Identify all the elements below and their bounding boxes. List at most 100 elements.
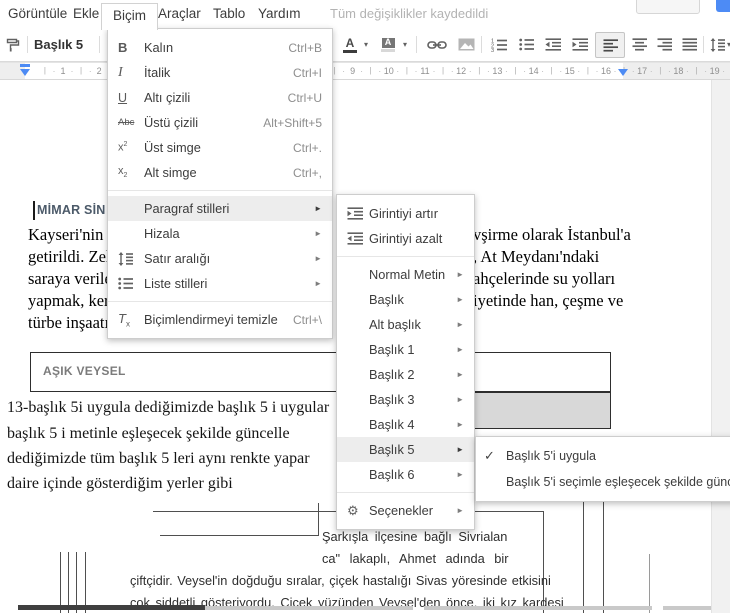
menu-item-alt-simge[interactable]: x2 Alt simge Ctrl+,	[108, 160, 332, 185]
menu-item-baslik-1[interactable]: Başlık 1 ►	[337, 337, 474, 362]
menu-item-baslik5-guncelle[interactable]: Başlık 5'i seçimle eşleşecek şekilde gün…	[476, 469, 730, 495]
doc-paragraph-line[interactable]: , At Meydanı'ndaki	[473, 246, 599, 268]
line-spacing-icon	[118, 251, 144, 266]
doc-paragraph-line[interactable]: saraya verile	[28, 268, 112, 290]
menu-item-baslik[interactable]: Başlık ►	[337, 287, 474, 312]
ruler-dot: ·	[685, 66, 689, 76]
google-docs-window: MİMAR SİN Kayseri'nin getirildi. Zel sar…	[0, 0, 730, 613]
menu-item-baslik-2[interactable]: Başlık 2 ►	[337, 362, 474, 387]
left-indent-marker[interactable]	[20, 69, 30, 76]
submenu-arrow-icon: ►	[456, 395, 464, 404]
toolbar-divider	[416, 36, 417, 53]
doc-paragraph-line[interactable]: Şarkışla ilçesine bağlı Sivrialan	[322, 529, 507, 544]
menu-item-normal-metin[interactable]: Normal Metin ►	[337, 262, 474, 287]
menu-item-liste-stilleri[interactable]: Liste stilleri ►	[108, 271, 332, 296]
doc-paragraph-line[interactable]: daire içinde gösterdiğim yerler gibi	[7, 474, 233, 494]
ruler-number: 14	[528, 66, 539, 76]
doc-paragraph-line[interactable]: ahçelerinde su yolları	[473, 268, 615, 290]
doc-paragraph-line[interactable]: iyetinde han, çeşme ve	[473, 290, 623, 312]
ruler-dot: ·	[504, 66, 508, 76]
text-color-dropdown-icon[interactable]: ▾	[361, 28, 371, 61]
menu-item-baslik5-uygula[interactable]: ✓ Başlık 5'i uygula	[476, 443, 730, 469]
line-spacing-icon[interactable]	[708, 28, 726, 61]
comments-button-fragment[interactable]	[636, 0, 700, 14]
doc-paragraph-line[interactable]: çiftçidir. Veysel'in doğduğu sıralar, çi…	[130, 573, 551, 588]
table-cell-heading[interactable]: AŞIK VEYSEL	[30, 352, 611, 392]
toolbar-divider	[27, 36, 28, 53]
highlight-color-dropdown-icon[interactable]: ▾	[400, 28, 410, 61]
table-border-line	[603, 498, 605, 613]
indent-increase-icon[interactable]	[570, 28, 590, 61]
text-cursor	[33, 201, 35, 220]
ruler-tick: |	[586, 66, 589, 75]
menu-item-baslik-5[interactable]: Başlık 5 ►	[337, 437, 474, 462]
align-right-icon[interactable]	[654, 28, 674, 61]
menu-item-ustu-cizili[interactable]: Abc Üstü çizili Alt+Shift+5	[108, 110, 332, 135]
ruler-dot: ·	[88, 66, 92, 76]
submenu-arrow-icon: ►	[314, 229, 322, 238]
doc-paragraph-line[interactable]: Kayseri'nin	[28, 224, 103, 246]
bold-icon: B	[118, 40, 128, 55]
menu-item-satir-araligi[interactable]: Satır aralığı ►	[108, 246, 332, 271]
ruler-number: 19	[709, 66, 720, 76]
ruler-dot: ·	[523, 66, 527, 76]
menubar-item-tablo[interactable]: Tablo	[207, 0, 251, 28]
menu-item-baslik-4[interactable]: Başlık 4 ►	[337, 412, 474, 437]
align-justify-icon[interactable]	[679, 28, 699, 61]
doc-paragraph-line[interactable]: yapmak, ker	[28, 290, 110, 312]
insert-link-icon[interactable]	[424, 28, 450, 61]
indent-decrease-icon[interactable]	[543, 28, 563, 61]
share-button-fragment[interactable]	[716, 0, 730, 12]
doc-paragraph-line[interactable]: ca" lakaplı, Ahmet adında bir	[322, 551, 508, 566]
ruler-dot: ·	[704, 66, 708, 76]
doc-paragraph-line[interactable]: 13-başlık 5i uygula dediğimizde başlık 5…	[7, 398, 329, 418]
menu-item-alt-baslik[interactable]: Alt başlık ►	[337, 312, 474, 337]
menubar-item-goruntule[interactable]: Görüntüle	[2, 0, 73, 28]
style-selector[interactable]: Başlık 5	[34, 28, 96, 61]
doc-paragraph-line[interactable]: başlık 5 i metinle eşleşecek şekilde gün…	[7, 424, 290, 444]
menubar-item-yardim[interactable]: Yardım	[252, 0, 307, 28]
submenu-arrow-icon: ►	[314, 279, 322, 288]
first-line-indent-marker[interactable]	[20, 64, 30, 67]
highlight-color-icon[interactable]: A	[379, 28, 397, 61]
menu-item-girintiyi-azalt[interactable]: Girintiyi azalt	[337, 226, 474, 251]
align-left-icon[interactable]	[595, 32, 625, 58]
line-spacing-dropdown-icon[interactable]: ▾	[725, 28, 730, 61]
menubar-item-ekle[interactable]: Ekle	[67, 0, 105, 28]
doc-paragraph-line[interactable]: türbe inşaatı	[28, 312, 109, 334]
subscript-icon: x2	[118, 165, 128, 180]
insert-image-icon[interactable]	[455, 28, 477, 61]
right-indent-marker[interactable]	[618, 69, 628, 76]
ruler-number: 16	[600, 66, 612, 76]
doc-paragraph-line[interactable]: vşirme olarak İstanbul'a	[473, 224, 631, 246]
bullet-list-icon[interactable]	[516, 28, 536, 61]
ruler-number: 10	[383, 66, 394, 76]
menu-item-paragraf-stilleri[interactable]: Paragraf stilleri ►	[108, 196, 332, 221]
ruler-number: 11	[420, 66, 430, 76]
menu-item-kalin[interactable]: B Kalın Ctrl+B	[108, 35, 332, 60]
numbered-list-icon[interactable]: 123	[489, 28, 509, 61]
doc-paragraph-line[interactable]: getirildi. Zel	[28, 246, 110, 268]
paint-format-icon[interactable]	[2, 28, 24, 61]
menu-item-ust-simge[interactable]: x2 Üst simge Ctrl+.	[108, 135, 332, 160]
menubar-item-bicim-open[interactable]: Biçim	[101, 3, 158, 30]
menu-item-baslik-3[interactable]: Başlık 3 ►	[337, 387, 474, 412]
menu-item-hizala[interactable]: Hizala ►	[108, 221, 332, 246]
doc-paragraph-line[interactable]: dediğimizde tüm başlık 5 leri aynı renkt…	[7, 449, 310, 469]
align-center-icon[interactable]	[629, 28, 649, 61]
doc-heading5-text[interactable]: MİMAR SİN	[37, 203, 105, 217]
menu-item-bicimlendirmeyi-temizle[interactable]: Tx Biçimlendirmeyi temizle Ctrl+\	[108, 307, 332, 332]
menu-item-alti-cizili[interactable]: U Altı çizili Ctrl+U	[108, 85, 332, 110]
menubar-item-araclar[interactable]: Araçlar	[152, 0, 207, 28]
ruler-number: 12	[456, 66, 467, 76]
text-color-icon[interactable]: A	[341, 28, 359, 61]
ruler-dot: ·	[667, 66, 671, 76]
vertical-scrollbar[interactable]	[711, 79, 730, 613]
save-status[interactable]: Tüm değişiklikler kaydedildi	[330, 0, 488, 28]
list-styles-icon	[118, 277, 144, 290]
submenu-arrow-icon: ►	[456, 445, 464, 454]
menu-item-secenekler[interactable]: ⚙ Seçenekler ►	[337, 498, 474, 523]
menu-item-baslik-6[interactable]: Başlık 6 ►	[337, 462, 474, 487]
menu-item-girintiyi-artir[interactable]: Girintiyi artır	[337, 201, 474, 226]
menu-item-italik[interactable]: I İtalik Ctrl+I	[108, 60, 332, 85]
